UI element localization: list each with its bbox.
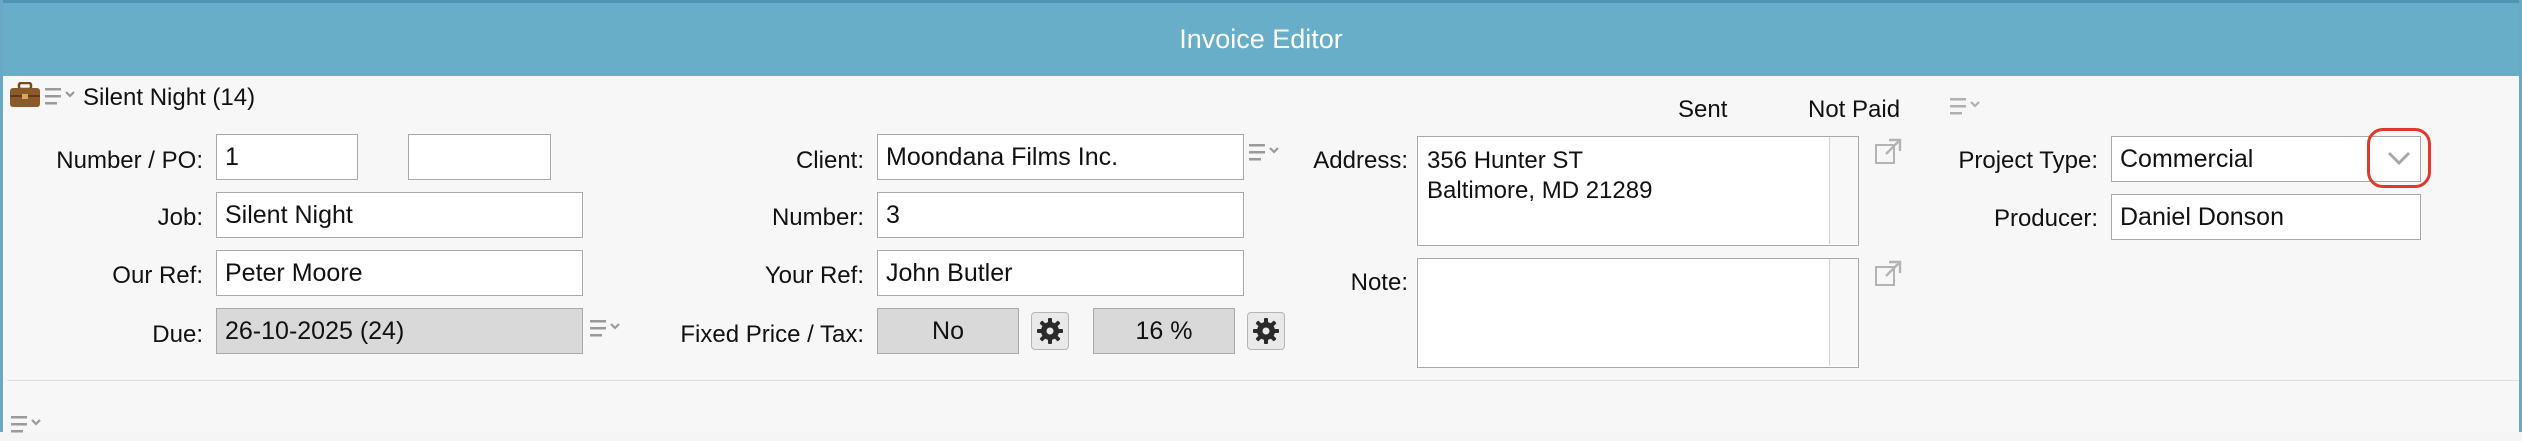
address-scrollbar[interactable] [1829,137,1858,244]
project-type-dropdown-button[interactable] [2367,128,2431,188]
your-ref-input[interactable]: John Butler [877,250,1244,296]
job-label: Job: [157,204,203,231]
tax-settings-button[interactable] [1247,312,1285,350]
briefcase-icon [9,81,41,113]
your-ref-label: Your Ref: [764,262,864,289]
address-textarea[interactable]: 356 Hunter ST Baltimore, MD 21289 [1417,136,1859,246]
note-label: Note: [1350,269,1408,296]
po-input[interactable] [408,134,551,180]
sent-status: Sent [1678,96,1728,123]
section-menu-icon[interactable] [11,414,45,436]
client-label: Client: [795,147,864,174]
window-title: Invoice Editor [1179,24,1343,54]
our-ref-input[interactable]: Peter Moore [216,250,583,296]
fixed-price-field[interactable]: No [877,308,1019,354]
title-bar: Invoice Editor [3,0,2519,76]
note-open-icon[interactable] [1873,259,1903,294]
paid-status: Not Paid [1808,96,1901,123]
producer-input[interactable]: Daniel Donson [2111,194,2421,240]
record-menu-icon[interactable] [45,86,79,108]
address-label: Address: [1313,147,1408,174]
number-input[interactable]: 1 [216,134,358,180]
due-label: Due: [152,321,203,348]
address-line-1: 356 Hunter ST [1427,147,1584,174]
project-type-label: Project Type: [1958,147,2098,174]
job-input[interactable]: Silent Night [216,192,583,238]
status-menu-icon[interactable] [1950,96,1984,118]
producer-label: Producer: [1993,205,2098,232]
fixed-price-settings-button[interactable] [1031,312,1069,350]
tax-field[interactable]: 16 % [1093,308,1235,354]
invoice-editor-window: Invoice Editor Silent Night (14) Sent No… [0,0,2522,433]
address-line-2: Baltimore, MD 21289 [1427,177,1653,204]
note-scrollbar[interactable] [1829,259,1858,366]
gear-icon [1037,318,1063,344]
due-menu-icon[interactable] [590,318,624,340]
due-date-field[interactable]: 26-10-2025 (24) [216,308,583,354]
fixed-price-tax-label: Fixed Price / Tax: [680,321,864,348]
client-menu-icon[interactable] [1249,142,1283,164]
address-open-icon[interactable] [1873,137,1903,172]
number-po-label: Number / PO: [56,147,203,174]
invoice-number-input[interactable]: 3 [877,192,1244,238]
note-textarea[interactable] [1417,258,1859,368]
our-ref-label: Our Ref: [112,262,203,289]
record-title: Silent Night (14) [83,84,256,111]
client-input[interactable]: Moondana Films Inc. [877,134,1244,180]
number-label: Number: [771,204,864,231]
section-divider [7,380,2519,381]
chevron-down-icon [2387,151,2411,166]
gear-icon [1253,318,1279,344]
